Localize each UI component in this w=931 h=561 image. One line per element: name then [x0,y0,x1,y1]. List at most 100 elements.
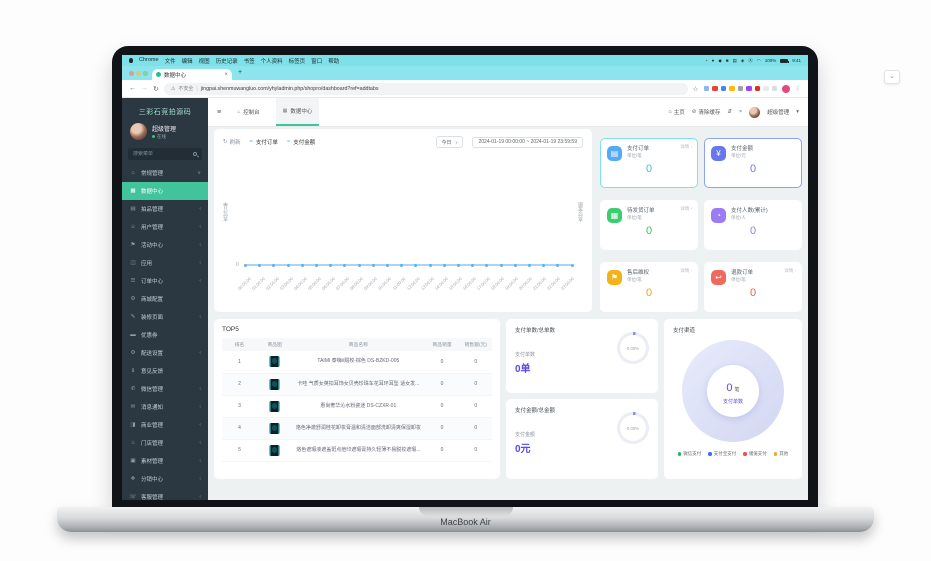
sidebar-item[interactable]: ▬ 优惠券 [122,326,208,344]
data-point[interactable] [315,264,318,267]
sidebar-item[interactable]: ▤ 拍品管理 ‹ [122,200,208,218]
data-point[interactable] [287,264,290,267]
sidebar-item[interactable]: ℹ 意见反馈 [122,362,208,380]
date-range-input[interactable]: 2024-01-19 00:00:00 ~ 2024-01-19 23:59:5… [472,137,583,148]
bookmark-star-icon[interactable]: ☆ [693,85,699,93]
data-point[interactable] [301,264,304,267]
sidebar-item[interactable]: ⌂ 常规管理 ∨ [122,164,208,182]
close-icon[interactable]: × [739,109,742,115]
mac-menu-item[interactable]: 历史记录 [216,57,238,65]
data-point[interactable] [343,264,346,267]
data-point[interactable] [258,264,261,267]
hamburger-icon[interactable]: ≡ [217,109,221,116]
mac-menu-item[interactable]: 个人资料 [261,57,283,65]
mac-menu-item[interactable]: 文件 [165,57,176,65]
stat-card-paying-users[interactable]: ◔ 支付人数(累计) 单位/人 0 [704,200,802,250]
date-range-select[interactable]: 今日 ▼ [436,136,463,148]
data-point[interactable] [358,264,361,267]
data-point[interactable] [400,264,403,267]
stat-card-aftersales[interactable]: 详情 › ⚑ 售后维权 单位/笔 0 [600,262,698,312]
reload-icon[interactable]: ↻ [153,85,159,93]
tab-close-icon[interactable]: × [224,72,228,78]
browser-menu-icon[interactable]: ⋮ [795,85,801,92]
nav-tab-console[interactable]: ⌂ 控制台 [230,98,267,126]
sidebar-item[interactable]: ⚙ 商城配置 [122,290,208,308]
sidebar-item[interactable]: ⚑ 活动中心 ‹ [122,236,208,254]
status-icon[interactable]: ◠ [757,58,761,64]
data-point[interactable] [329,264,332,267]
browser-tab[interactable]: 数据中心 × [152,69,232,80]
collapse-chip[interactable]: ⌄ [884,70,900,84]
admin-name[interactable]: 超级管理 [767,108,789,116]
nav-tab-datacenter[interactable]: ▦ 数据中心 [276,98,320,126]
data-point[interactable] [571,264,574,267]
sidebar-item[interactable]: ◫ 应用 ‹ [122,254,208,272]
data-point[interactable] [500,264,503,267]
mac-menu-item[interactable]: 帮助 [328,57,339,65]
data-point[interactable] [528,264,531,267]
stat-card-pay-amount[interactable]: ¥ 支付金额 单位/元 0 [704,138,802,188]
detail-link[interactable]: 详情 › [680,144,692,150]
data-point[interactable] [372,264,375,267]
detail-link[interactable]: 详情 › [680,268,692,274]
traffic-light-minimize[interactable] [136,71,141,76]
mac-menu-item[interactable]: 标签页 [289,57,306,65]
stat-card-to-ship-orders[interactable]: 详情 › ▦ 待发货订单 单位/笔 0 [600,200,698,250]
data-point[interactable] [443,264,446,267]
extension-icon[interactable] [746,86,752,92]
data-point[interactable] [457,264,460,267]
data-point[interactable] [556,264,559,267]
sidebar-item[interactable]: ✆ 微信管理 ‹ [122,380,208,398]
extension-icon[interactable] [738,86,744,92]
data-point[interactable] [429,264,432,267]
sidebar-item[interactable]: ☺ 用户管理 ‹ [122,218,208,236]
data-point[interactable] [485,264,488,267]
status-icon[interactable]: ◆ [718,58,721,64]
fullscreen-icon[interactable]: ⇵ [727,109,732,115]
extension-icon[interactable] [712,86,718,92]
extension-icon[interactable] [772,86,778,92]
detail-link[interactable]: 详情 › [680,206,692,212]
mac-menu-item[interactable]: 书签 [244,57,255,65]
home-button[interactable]: ⌂ 主页 [668,108,684,116]
sidebar-item[interactable]: ☰ 订单中心 ‹ [122,272,208,290]
traffic-light-zoom[interactable] [143,71,148,76]
sidebar-item[interactable]: ▦ 数据中心 [122,182,208,200]
legend-pay-amount[interactable]: ≈ 支付金额 [287,138,315,146]
data-point[interactable] [244,264,247,267]
refresh-button[interactable]: ↻ 刷新 [223,138,241,146]
status-icon[interactable]: ◔ [705,58,708,64]
sidebar-item[interactable]: ◨ 商业管理 ‹ [122,416,208,434]
status-icon[interactable]: ▤ [733,58,737,64]
status-icon[interactable]: ● [712,58,715,64]
stat-card-pay-orders[interactable]: 详情 › ▤ 支付订单 单位/笔 0 [600,138,698,188]
sidebar-item[interactable]: ✎ 装修页面 ‹ [122,308,208,326]
mac-menu-item[interactable]: 窗口 [311,57,322,65]
detail-link[interactable]: 详情 › [784,268,796,274]
address-bar[interactable]: ⚠ 不安全 | jingpai.shenmuwangluo.com/yhylad… [164,83,688,95]
sidebar-search[interactable] [128,148,202,160]
legend-pay-orders[interactable]: ≈ 支付订单 [250,138,278,146]
extension-icon[interactable] [729,86,735,92]
sidebar-item[interactable]: ☏ 客服管理 ‹ [122,488,208,500]
data-point[interactable] [386,264,389,267]
status-icon[interactable]: Ⓐ [748,58,753,64]
data-point[interactable] [542,264,545,267]
sidebar-item[interactable]: ⚙ 配送设置 ‹ [122,344,208,362]
search-input[interactable] [133,151,193,157]
clear-cache-button[interactable]: ⊘ 清除缓存 [692,108,721,116]
forward-icon[interactable]: → [141,85,148,92]
mac-menu-item[interactable]: 视图 [199,57,210,65]
security-warning-icon[interactable]: ⚠ [171,86,175,92]
status-icon[interactable]: ■ [726,58,729,64]
back-icon[interactable]: ← [129,85,136,92]
mac-menu-item[interactable]: Chrome [139,57,159,65]
browser-profile-avatar[interactable] [782,85,790,93]
data-point[interactable] [514,264,517,267]
new-tab-button[interactable]: + [238,69,242,76]
admin-avatar[interactable] [749,107,760,118]
traffic-light-close[interactable] [129,71,134,76]
extension-icon[interactable] [755,86,761,92]
stat-card-refund-orders[interactable]: 详情 › ↩ 退款订单 单位/笔 0 [704,262,802,312]
mac-menu-item[interactable]: 编辑 [182,57,193,65]
